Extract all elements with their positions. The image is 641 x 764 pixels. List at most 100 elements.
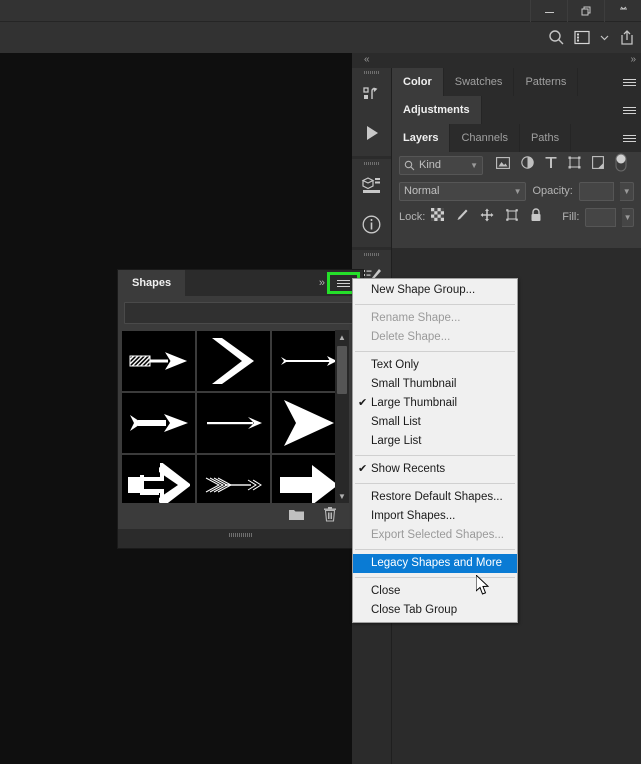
menu-item-text-only[interactable]: Text Only [353, 356, 517, 375]
layers-panel-group: Layers Channels Paths K [392, 124, 641, 248]
menu-item-export-selected-shapes: Export Selected Shapes... [353, 526, 517, 545]
collapse-right-icon[interactable]: » [630, 54, 636, 66]
color-panel-menu-button[interactable] [623, 68, 636, 96]
menu-item-label: Show Recents [371, 463, 445, 475]
search-icon[interactable] [548, 29, 565, 46]
shapes-grid [121, 330, 346, 503]
menu-item-label: Legacy Shapes and More [371, 557, 502, 569]
menu-item-delete-shape: Delete Shape... [353, 328, 517, 347]
adjustments-tabbar: Adjustments [392, 96, 641, 124]
history-icon[interactable] [352, 76, 391, 114]
menu-item-import-shapes[interactable]: Import Shapes... [353, 507, 517, 526]
layers-list[interactable] [392, 230, 641, 248]
scroll-up-icon[interactable]: ▲ [338, 330, 346, 344]
filter-enable-toggle[interactable] [615, 153, 627, 177]
window-titlebar [0, 0, 641, 22]
filter-shape-icon[interactable] [568, 156, 581, 174]
tab-adjustments[interactable]: Adjustments [392, 96, 482, 124]
app-toolbar [0, 22, 641, 53]
rail-grip[interactable] [352, 68, 391, 76]
menu-separator [355, 577, 515, 578]
opacity-stepper-icon[interactable]: ▼ [620, 182, 634, 201]
menu-item-rename-shape: Rename Shape... [353, 309, 517, 328]
lock-all-icon[interactable] [530, 208, 542, 227]
scroll-track[interactable] [335, 344, 349, 489]
menu-item-label: Restore Default Shapes... [371, 491, 503, 503]
opacity-input[interactable] [579, 182, 615, 201]
shape-notched-arrow[interactable] [121, 392, 196, 454]
chevron-down-icon[interactable] [599, 32, 610, 43]
layer-filter-kind-select[interactable]: Kind ▼ [399, 156, 483, 175]
menu-item-label: Export Selected Shapes... [371, 529, 504, 541]
tab-layers[interactable]: Layers [392, 124, 450, 152]
libraries-icon[interactable] [352, 167, 391, 205]
menu-item-small-list[interactable]: Small List [353, 413, 517, 432]
delete-trash-icon[interactable] [323, 506, 337, 527]
lock-artboard-nesting-icon[interactable] [505, 208, 519, 227]
shape-feathered-arrow[interactable] [121, 330, 196, 392]
fill-stepper-icon[interactable]: ▼ [622, 208, 634, 227]
scroll-down-icon[interactable]: ▼ [338, 489, 346, 503]
menu-item-label: Text Only [371, 359, 419, 371]
info-icon[interactable] [352, 205, 391, 243]
filter-type-icon[interactable] [545, 156, 557, 174]
lock-position-icon[interactable] [480, 208, 494, 227]
lock-image-pixels-icon[interactable] [455, 208, 469, 227]
menu-item-label: New Shape Group... [371, 284, 475, 296]
lock-transparent-pixels-icon[interactable] [431, 208, 444, 226]
tab-patterns[interactable]: Patterns [514, 68, 578, 96]
lock-icons [431, 208, 542, 227]
fill-input[interactable] [585, 208, 616, 227]
close-icon[interactable] [604, 0, 641, 22]
blend-mode-select[interactable]: Normal ▼ [399, 182, 526, 201]
menu-item-small-thumbnail[interactable]: Small Thumbnail [353, 375, 517, 394]
workspace-icon[interactable] [574, 30, 590, 45]
tab-channels[interactable]: Channels [450, 124, 519, 152]
shape-block-arrow-outline[interactable] [121, 454, 196, 503]
menu-item-label: Small List [371, 416, 421, 428]
shapes-grid-wrap: ▲ ▼ [118, 330, 363, 503]
menu-item-show-recents[interactable]: ✔Show Recents [353, 460, 517, 479]
menu-item-new-shape-group[interactable]: New Shape Group... [353, 281, 517, 300]
restore-icon[interactable] [567, 0, 604, 22]
tab-color[interactable]: Color [392, 68, 444, 96]
filter-smartobject-icon[interactable] [592, 156, 604, 174]
tab-swatches[interactable]: Swatches [444, 68, 515, 96]
lock-label: Lock: [399, 211, 425, 223]
rail-grip[interactable] [352, 159, 391, 167]
filter-adjustment-icon[interactable] [521, 156, 534, 174]
chevron-down-icon: ▼ [464, 161, 478, 170]
actions-play-icon[interactable] [352, 114, 391, 152]
mouse-cursor [476, 575, 491, 602]
shapes-scrollbar[interactable]: ▲ ▼ [335, 330, 349, 503]
shape-chevron-arrow[interactable] [196, 330, 271, 392]
shapes-expand-icon[interactable]: » [319, 270, 325, 296]
menu-separator [355, 455, 515, 456]
collapse-left-icon[interactable]: « [364, 54, 370, 66]
tab-paths[interactable]: Paths [520, 124, 571, 152]
rail-group-2 [352, 159, 391, 247]
menu-item-close[interactable]: Close [353, 582, 517, 601]
shapes-resize-grip[interactable] [118, 529, 363, 541]
adjustments-panel-menu-button[interactable] [623, 96, 636, 124]
menu-item-label: Close [371, 585, 400, 597]
fill-label: Fill: [562, 211, 579, 223]
menu-item-large-list[interactable]: Large List [353, 432, 517, 451]
scroll-thumb[interactable] [337, 346, 347, 394]
color-tabbar: Color Swatches Patterns [392, 68, 641, 96]
filter-pixel-icon[interactable] [496, 156, 510, 174]
menu-item-restore-default-shapes[interactable]: Restore Default Shapes... [353, 488, 517, 507]
layers-panel-menu-button[interactable] [623, 124, 636, 152]
minimize-icon[interactable] [530, 0, 567, 22]
new-group-folder-icon[interactable] [288, 507, 305, 526]
rail-group-1 [352, 68, 391, 156]
rail-grip[interactable] [352, 250, 391, 258]
shape-line-arrow[interactable] [196, 392, 271, 454]
shapes-search-input[interactable] [124, 302, 357, 324]
share-icon[interactable] [619, 29, 635, 46]
menu-item-large-thumbnail[interactable]: ✔Large Thumbnail [353, 394, 517, 413]
tab-shapes[interactable]: Shapes [118, 270, 185, 296]
shape-fletched-arrow[interactable] [196, 454, 271, 503]
menu-item-close-tab-group[interactable]: Close Tab Group [353, 601, 517, 620]
menu-item-legacy-shapes-and-more[interactable]: Legacy Shapes and More [353, 554, 517, 573]
